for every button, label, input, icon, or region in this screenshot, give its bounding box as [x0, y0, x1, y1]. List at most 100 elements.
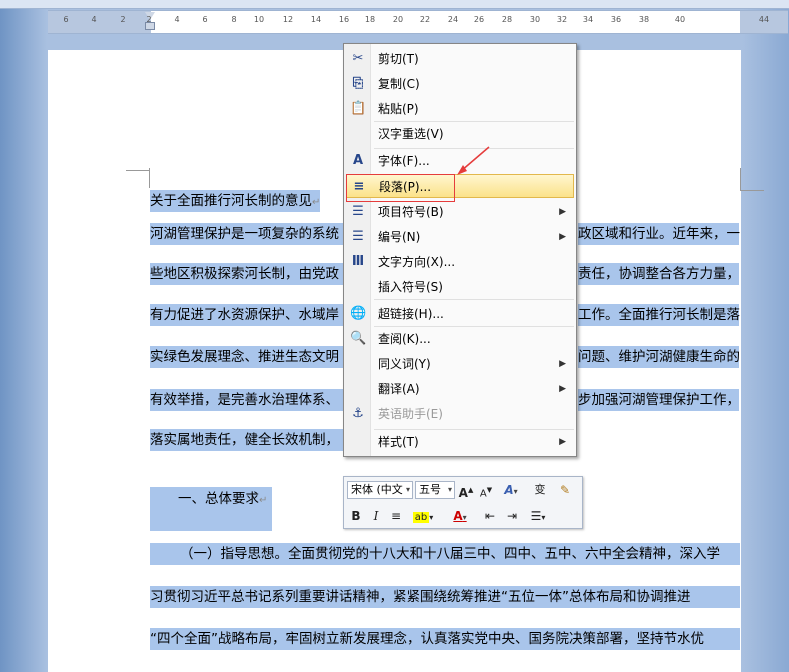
ruler-top-strip	[0, 0, 789, 9]
menu-item-label: 编号(N)	[378, 230, 421, 244]
ruler-tick-label: 38	[638, 15, 650, 24]
submenu-arrow-icon: ▶	[559, 384, 566, 394]
annotation-arrow-icon	[457, 146, 490, 175]
menu-item-2[interactable]: 📋 粘贴(P)	[346, 97, 574, 121]
highlight-icon[interactable]: ab ▾	[410, 507, 436, 525]
menu-separator	[374, 429, 574, 430]
doc-line[interactable]: 问题、维护河湖健康生命的	[578, 346, 740, 368]
ruler-tick-label: 34	[582, 15, 594, 24]
styles-button[interactable]: A▾	[500, 481, 522, 499]
menu-item-label: 汉字重选(V)	[378, 127, 444, 141]
menu-item-12[interactable]: 同义词(Y) ▶	[346, 352, 574, 376]
ruler-tick-label: 8	[231, 15, 237, 24]
doc-line[interactable]: 政区域和行业。近年来，一	[578, 223, 740, 245]
italic-button[interactable]: I	[368, 507, 384, 525]
menu-item-label: 粘贴(P)	[378, 102, 419, 116]
margin-corner	[126, 170, 150, 171]
context-menu: ✂ 剪切(T) ⎘ 复制(C) 📋 粘贴(P) 汉字重选(V) A 字体(F)... ≡ 段落(P)…	[343, 43, 577, 457]
doc-line[interactable]: （一）指导思想。全面贯彻党的十八大和十八届三中、四中、五中、六中全会精神，深入学	[150, 543, 740, 565]
shrink-font-button[interactable]: A▼	[478, 481, 494, 499]
ruler-tick-label: 44	[758, 15, 770, 24]
ruler-tick-label: 4	[91, 15, 97, 24]
menu-item-15[interactable]: 样式(T) ▶	[346, 430, 574, 454]
font-icon: A	[352, 153, 364, 168]
menu-item-7[interactable]: ☰ 编号(N) ▶	[346, 225, 574, 249]
font-name-select[interactable]: 宋体 (中文 ▾	[347, 481, 413, 499]
ruler-tick-label: 24	[447, 15, 459, 24]
menu-item-13[interactable]: 翻译(A) ▶	[346, 377, 574, 401]
ruler-tick-label: 12	[282, 15, 294, 24]
font-size-select[interactable]: 五号 ▾	[415, 481, 455, 499]
submenu-arrow-icon: ▶	[559, 437, 566, 447]
menu-item-0[interactable]: ✂ 剪切(T)	[346, 47, 574, 71]
ruler-tick-label: 14	[310, 15, 322, 24]
doc-line[interactable]: 习贯彻习近平总书记系列重要讲话精神，紧紧围绕统筹推进“五位一体”总体布局和协调推…	[150, 586, 740, 608]
ruler-tick-label: 32	[556, 15, 568, 24]
align-center-icon[interactable]: ≡	[388, 507, 404, 525]
doc-line[interactable]: 河湖管理保护是一项复杂的系统	[150, 223, 350, 245]
menu-item-9[interactable]: 插入符号(S)	[346, 275, 574, 299]
ruler-tick-label: 16	[338, 15, 350, 24]
ruler-tick-label: 30	[529, 15, 541, 24]
doc-line[interactable]: 责任，协调整合各方力量，	[578, 263, 740, 285]
menu-item-3[interactable]: 汉字重选(V)	[346, 122, 574, 146]
ruler-tick-label: 2	[146, 15, 152, 24]
scissors-icon: ✂	[352, 51, 364, 66]
menu-item-10[interactable]: 🌐 超链接(H)...	[346, 302, 574, 326]
ruler-tick-label: 36	[610, 15, 622, 24]
hyperlink-icon: 🌐	[350, 306, 367, 321]
ruler-tick-label: 6	[63, 15, 69, 24]
submenu-arrow-icon: ▶	[559, 232, 566, 242]
menu-item-14: ⚓ 英语助手(E)	[346, 402, 574, 426]
menu-item-label: 剪切(T)	[378, 52, 419, 66]
copy-icon: ⎘	[352, 76, 364, 91]
doc-title-line[interactable]: 关于全面推行河长制的意见↵	[150, 190, 321, 212]
menu-item-label: 字体(F)...	[378, 154, 430, 168]
doc-line[interactable]: 有效举措，是完善水治理体系、	[150, 389, 350, 411]
bullets-icon[interactable]: ☰▾	[526, 507, 550, 525]
format-painter-icon[interactable]: ✎	[556, 481, 574, 499]
font-color-button[interactable]: A▾	[448, 507, 472, 525]
annotation-highlight-box	[346, 174, 455, 202]
doc-line[interactable]: 有力促进了水资源保护、水域岸	[150, 304, 350, 326]
ruler-tick-label: 22	[419, 15, 431, 24]
ruler-tick-label: 4	[174, 15, 180, 24]
menu-item-label: 查阅(K)...	[378, 332, 431, 346]
menu-item-label: 样式(T)	[378, 435, 419, 449]
phonetic-guide-button[interactable]: 变	[530, 481, 550, 499]
doc-line[interactable]: 工作。全面推行河长制是落	[578, 304, 740, 326]
margin-corner	[740, 190, 764, 191]
menu-item-1[interactable]: ⎘ 复制(C)	[346, 72, 574, 96]
decrease-indent-icon[interactable]: ⇤	[482, 507, 498, 525]
menu-item-6[interactable]: ☰ 项目符号(B) ▶	[346, 200, 574, 224]
margin-corner	[740, 168, 741, 190]
section-heading[interactable]: 一、总体要求↵	[150, 487, 272, 531]
ruler-tick-label: 18	[364, 15, 376, 24]
menu-item-label: 同义词(Y)	[378, 357, 431, 371]
doc-line[interactable]: “四个全面”战略布局，牢固树立新发展理念，认真落实党中央、国务院决策部署，坚持节…	[150, 628, 740, 650]
doc-line[interactable]: 落实属地责任，健全长效机制，	[150, 429, 350, 451]
menu-separator	[374, 299, 574, 300]
ruler-tick-label: 26	[473, 15, 485, 24]
bold-button[interactable]: B	[348, 507, 364, 525]
menu-item-8[interactable]: Ⅲ 文字方向(X)...	[346, 250, 574, 274]
ruler-tick-label: 2	[120, 15, 126, 24]
increase-indent-icon[interactable]: ⇥	[504, 507, 520, 525]
english-assistant-icon: ⚓	[352, 406, 364, 421]
bullets-icon: ☰	[352, 204, 364, 219]
menu-item-11[interactable]: 🔍 查阅(K)...	[346, 327, 574, 351]
doc-line[interactable]: 些地区积极探索河长制，由党政	[150, 263, 350, 285]
mini-toolbar: 宋体 (中文 ▾ 五号 ▾ A▲ A▼ A▾ 变 ✎ B I ≡ ab ▾ A▾ ⇤ …	[343, 476, 583, 529]
menu-item-label: 文字方向(X)...	[378, 255, 456, 269]
menu-item-label: 复制(C)	[378, 77, 420, 91]
grow-font-button[interactable]: A▲	[458, 481, 474, 500]
submenu-arrow-icon: ▶	[559, 207, 566, 217]
ruler-tick-label: 6	[202, 15, 208, 24]
menu-separator	[374, 121, 574, 122]
menu-item-label: 英语助手(E)	[378, 407, 443, 421]
horizontal-ruler[interactable]: 6 4 2 2 4 6 8 10 12 14 16 18 20 22 24 26 28 30 32 34 36 38 40 4…	[48, 10, 788, 34]
doc-line[interactable]: 步加强河湖管理保护工作，	[578, 389, 740, 411]
paste-icon: 📋	[350, 101, 367, 116]
text-direction-icon: Ⅲ	[351, 254, 365, 269]
doc-line[interactable]: 实绿色发展理念、推进生态文明	[150, 346, 350, 368]
